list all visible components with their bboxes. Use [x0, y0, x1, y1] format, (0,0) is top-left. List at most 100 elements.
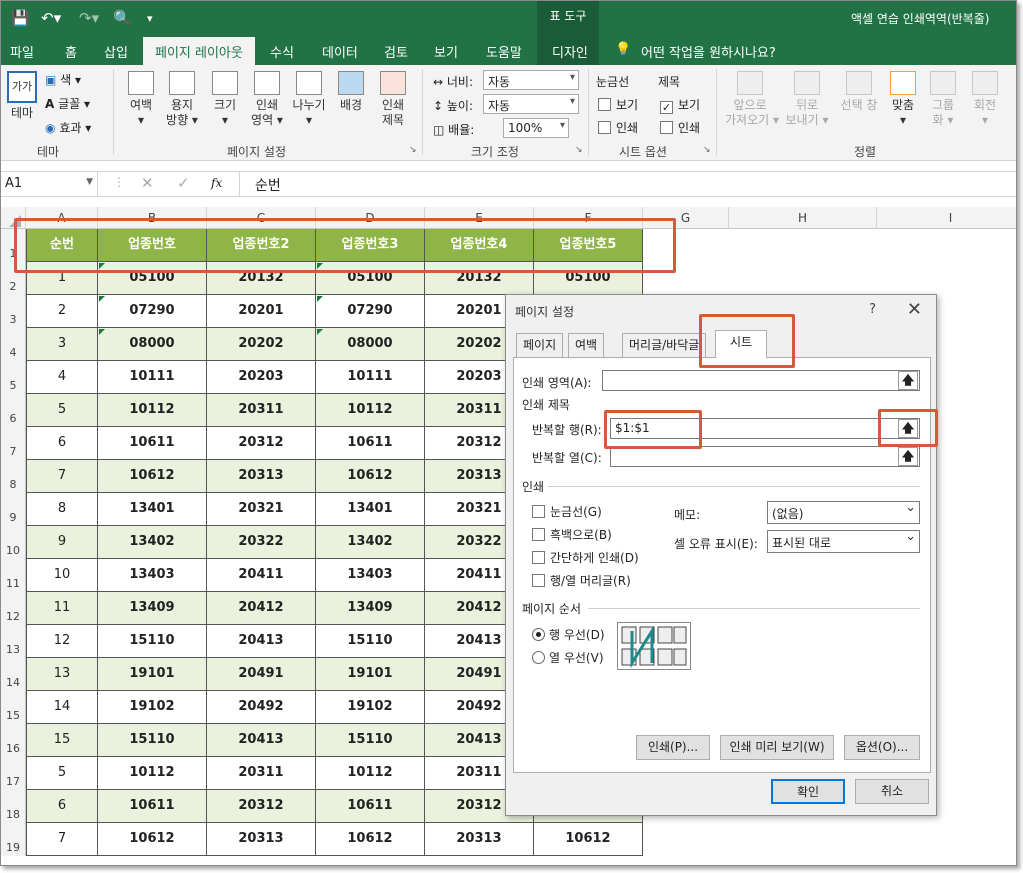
tab-file[interactable]: 파일 — [10, 42, 34, 61]
cancel-button[interactable]: 취소 — [855, 779, 929, 804]
group-objects-button[interactable]: 그룹 화 ▾ — [925, 71, 961, 128]
table-cell[interactable]: 13401 — [98, 493, 207, 526]
cell-errors-select[interactable]: 표시된 대로 — [767, 529, 920, 553]
help-icon[interactable]: ? — [869, 302, 876, 317]
table-cell[interactable]: 13402 — [316, 526, 425, 559]
table-cell[interactable]: 9 — [26, 526, 98, 559]
table-cell[interactable]: 5 — [26, 757, 98, 790]
tab-margins[interactable]: 여백 — [568, 333, 605, 357]
table-cell[interactable]: 20413 — [207, 724, 316, 757]
options-button[interactable]: 옵션(O)... — [844, 735, 920, 760]
table-cell[interactable]: 07290 — [316, 295, 425, 328]
table-cell[interactable]: 3 — [26, 328, 98, 361]
row-header[interactable]: 18 — [1, 790, 26, 823]
cols-repeat-input[interactable] — [610, 446, 920, 467]
row-header[interactable]: 14 — [1, 658, 26, 691]
table-cell[interactable]: 08000 — [316, 328, 425, 361]
tab-design[interactable]: 디자인 — [552, 42, 588, 61]
table-cell[interactable]: 2 — [26, 295, 98, 328]
bring-forward-button[interactable]: 앞으로 가져오기 ▾ — [725, 71, 779, 128]
row-header[interactable]: 11 — [1, 559, 26, 592]
table-cell[interactable]: 12 — [26, 625, 98, 658]
table-cell[interactable]: 20413 — [207, 625, 316, 658]
table-cell[interactable]: 10612 — [534, 823, 643, 856]
draft-quality-check[interactable]: 간단하게 인쇄(D) — [532, 549, 639, 566]
print-preview-icon[interactable]: 🔍 — [113, 9, 132, 27]
table-cell[interactable]: 10112 — [98, 394, 207, 427]
table-cell[interactable]: 10611 — [98, 427, 207, 460]
table-cell[interactable]: 20313 — [207, 460, 316, 493]
rotate-button[interactable]: 회전 ▾ — [967, 71, 1003, 128]
tab-sheet[interactable]: 시트 — [715, 330, 768, 358]
table-cell[interactable]: 19101 — [316, 658, 425, 691]
table-cell[interactable]: 10612 — [98, 823, 207, 856]
redo-icon[interactable]: ↷▾ — [79, 9, 99, 27]
table-cell[interactable]: 13401 — [316, 493, 425, 526]
undo-icon[interactable]: ↶▾ — [41, 9, 61, 27]
orientation-button[interactable]: 용지 방향 ▾ — [161, 71, 203, 128]
effects-button[interactable]: ◉ 효과 ▾ — [45, 119, 91, 136]
table-cell[interactable]: 7 — [26, 823, 98, 856]
table-cell[interactable]: 10611 — [316, 427, 425, 460]
table-cell[interactable]: 10612 — [316, 460, 425, 493]
row-header[interactable]: 16 — [1, 724, 26, 757]
colors-button[interactable]: ▣ 색 ▾ — [45, 71, 81, 88]
enter-icon[interactable]: ✓ — [177, 174, 190, 192]
table-cell[interactable]: 20411 — [207, 559, 316, 592]
ok-button[interactable]: 확인 — [771, 779, 845, 804]
table-cell[interactable]: 13403 — [98, 559, 207, 592]
headings-view-check[interactable]: ✓ 보기 — [660, 96, 700, 114]
close-icon[interactable]: ✕ — [907, 299, 922, 320]
table-cell[interactable]: 20311 — [207, 394, 316, 427]
table-cell[interactable]: 20312 — [207, 790, 316, 823]
table-cell[interactable]: 10112 — [316, 394, 425, 427]
tab-formulas[interactable]: 수식 — [270, 42, 294, 61]
row-header[interactable]: 17 — [1, 757, 26, 790]
gridlines-view-check[interactable]: 보기 — [598, 96, 638, 113]
formula-input[interactable]: 순번 — [255, 175, 281, 195]
table-cell[interactable]: 20312 — [207, 427, 316, 460]
column-header[interactable]: H — [729, 207, 877, 229]
table-cell[interactable]: 11 — [26, 592, 98, 625]
tab-data[interactable]: 데이터 — [322, 42, 358, 61]
table-cell[interactable]: 4 — [26, 361, 98, 394]
gridlines-print-check[interactable]: 인쇄 — [598, 119, 638, 136]
row-header[interactable]: 8 — [1, 460, 26, 493]
headings-print-check[interactable]: 인쇄 — [660, 119, 700, 136]
dialog-launcher-icon[interactable]: ↘ — [575, 145, 583, 155]
down-then-over-radio[interactable]: 행 우선(D) — [532, 626, 605, 643]
table-cell[interactable]: 19101 — [98, 658, 207, 691]
table-cell[interactable]: 5 — [26, 394, 98, 427]
cancel-icon[interactable]: ✕ — [141, 174, 154, 192]
tab-help[interactable]: 도움말 — [486, 42, 522, 61]
fx-icon[interactable]: fx — [211, 176, 222, 190]
table-cell[interactable]: 20201 — [207, 295, 316, 328]
table-cell[interactable]: 15110 — [98, 625, 207, 658]
print-area-input[interactable] — [602, 370, 920, 391]
table-cell[interactable]: 08000 — [98, 328, 207, 361]
row-header[interactable]: 15 — [1, 691, 26, 724]
row-header[interactable]: 10 — [1, 526, 26, 559]
tab-review[interactable]: 검토 — [384, 42, 408, 61]
table-cell[interactable]: 14 — [26, 691, 98, 724]
dialog-launcher-icon[interactable]: ↘ — [703, 145, 711, 155]
table-cell[interactable]: 10612 — [98, 460, 207, 493]
over-then-down-radio[interactable]: 열 우선(V) — [532, 649, 604, 666]
row-header[interactable]: 19 — [1, 823, 26, 856]
table-cell[interactable]: 19102 — [316, 691, 425, 724]
print-titles-button[interactable]: 인쇄 제목 — [375, 71, 411, 128]
row-header[interactable]: 4 — [1, 328, 26, 361]
tab-page[interactable]: 페이지 — [516, 333, 564, 357]
table-cell[interactable]: 10111 — [316, 361, 425, 394]
table-cell[interactable]: 15 — [26, 724, 98, 757]
table-cell[interactable]: 20313 — [207, 823, 316, 856]
table-cell[interactable]: 8 — [26, 493, 98, 526]
selection-pane-button[interactable]: 선택 창 — [837, 71, 881, 113]
table-cell[interactable]: 13409 — [98, 592, 207, 625]
collapse-dialog-icon[interactable]: 🡅 — [898, 447, 918, 466]
customize-qat-icon[interactable]: ▾ — [147, 12, 153, 25]
row-col-headings-check[interactable]: 행/열 머리글(R) — [532, 572, 631, 589]
background-button[interactable]: 배경 — [333, 71, 369, 113]
row-header[interactable]: 6 — [1, 394, 26, 427]
print-area-button[interactable]: 인쇄 영역 ▾ — [246, 71, 288, 128]
